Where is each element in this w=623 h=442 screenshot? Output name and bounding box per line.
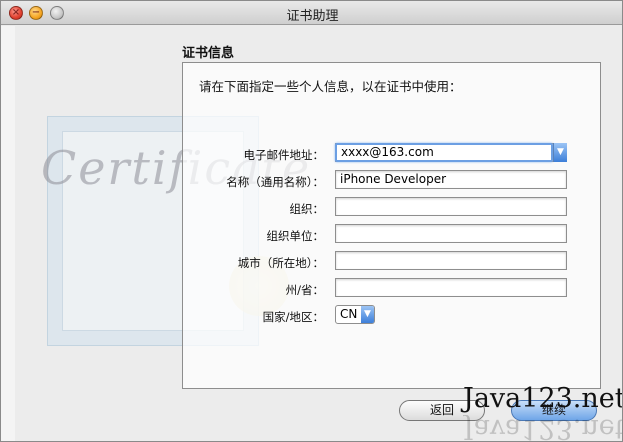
- site-watermark-reflection: Java123.net: [463, 415, 623, 441]
- country-label: 国家/地区：: [262, 310, 324, 324]
- state-label: 州/省：: [285, 283, 324, 297]
- certificate-assistant-window: × − 证书助理 Certificate 证书信息 请在下面指定一些个人信息，以…: [0, 0, 623, 442]
- organization-unit-field[interactable]: [335, 224, 567, 243]
- city-label: 城市（所在地）：: [237, 256, 324, 270]
- organization-field[interactable]: [335, 197, 567, 216]
- organization-unit-label: 组织单位：: [266, 229, 325, 243]
- organization-label: 组织：: [289, 202, 325, 216]
- instruction-text: 请在下面指定一些个人信息，以在证书中使用：: [199, 79, 462, 94]
- city-field[interactable]: [335, 251, 567, 270]
- email-label: 电子邮件地址：: [243, 148, 325, 162]
- chevron-down-icon: ▼: [364, 309, 371, 319]
- common-name-field[interactable]: iPhone Developer: [335, 170, 567, 189]
- state-field[interactable]: [335, 278, 567, 297]
- email-field[interactable]: xxxx@163.com: [335, 143, 553, 162]
- country-value: CN: [340, 307, 358, 321]
- title-bar: × − 证书助理: [1, 1, 622, 25]
- name-label: 名称（通用名称）：: [226, 175, 324, 189]
- country-dropdown-button[interactable]: ▼: [361, 306, 374, 323]
- background-window-strip: [1, 26, 15, 441]
- window-title: 证书助理: [286, 9, 339, 24]
- section-title: 证书信息: [182, 46, 235, 61]
- email-combobox[interactable]: xxxx@163.com ▼: [335, 143, 567, 162]
- country-select[interactable]: CN ▼: [335, 305, 375, 324]
- email-dropdown-button[interactable]: ▼: [553, 143, 567, 162]
- chevron-down-icon: ▼: [557, 147, 564, 157]
- site-watermark: Java123.net: [463, 383, 623, 414]
